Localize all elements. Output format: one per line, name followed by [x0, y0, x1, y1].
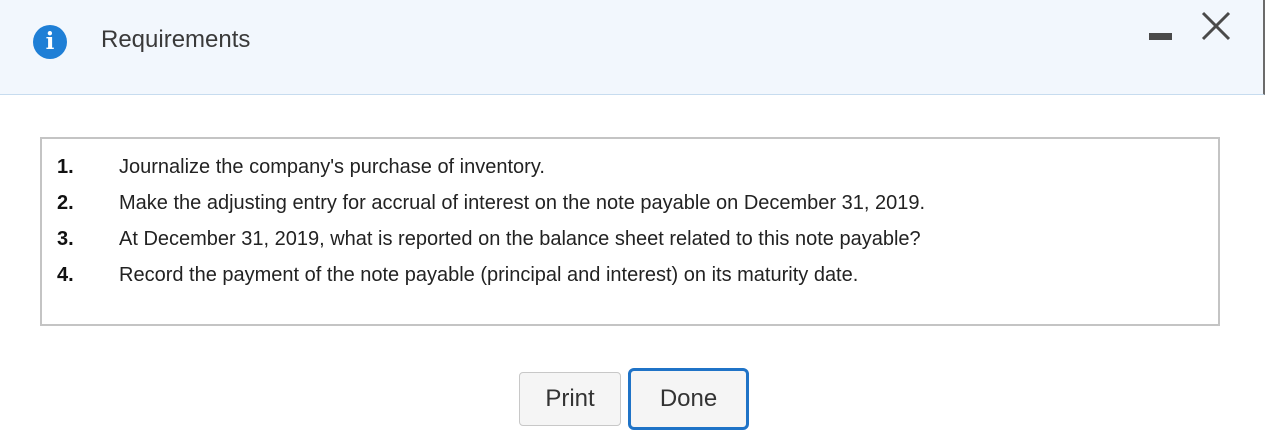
requirement-text: Journalize the company's purchase of inv… — [119, 156, 545, 178]
dialog-title: Requirements — [101, 26, 251, 53]
requirement-number: 4. — [57, 264, 74, 286]
minimize-button[interactable] — [1148, 22, 1174, 48]
requirement-number: 1. — [57, 156, 74, 178]
requirements-box: 1. Journalize the company's purchase of … — [40, 137, 1220, 326]
minimize-icon — [1149, 33, 1172, 40]
requirement-number: 2. — [57, 192, 74, 214]
requirement-text: At December 31, 2019, what is reported o… — [119, 228, 921, 250]
dialog-header: i Requirements — [0, 0, 1265, 95]
info-icon-glyph: i — [45, 28, 55, 55]
print-button[interactable]: Print — [519, 372, 621, 426]
requirement-number: 3. — [57, 228, 74, 250]
close-button[interactable] — [1200, 10, 1232, 42]
done-button[interactable]: Done — [628, 368, 749, 430]
requirement-text: Record the payment of the note payable (… — [119, 264, 859, 286]
close-icon — [1201, 11, 1231, 41]
info-icon: i — [33, 25, 67, 59]
requirements-dialog: i Requirements 1. Journalize the company… — [0, 0, 1265, 441]
requirement-text: Make the adjusting entry for accrual of … — [119, 192, 926, 214]
